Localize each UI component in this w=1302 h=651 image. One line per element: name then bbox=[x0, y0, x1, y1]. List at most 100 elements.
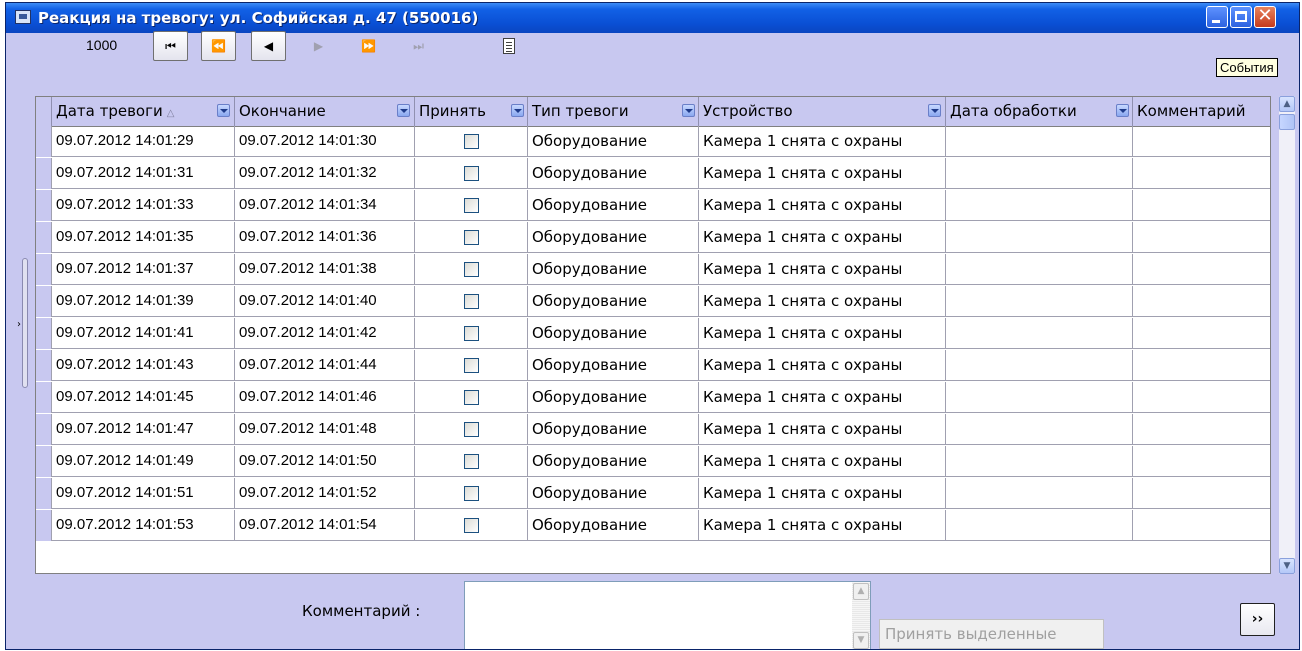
window-app-icon bbox=[15, 10, 31, 24]
cell-processed-date bbox=[946, 510, 1133, 541]
accept-checkbox[interactable] bbox=[415, 286, 527, 317]
cell-device: Камера 1 снята с охраны bbox=[699, 254, 946, 285]
cell-alarm-date: 09.07.2012 14:01:31 bbox=[52, 158, 235, 189]
grid-vertical-scrollbar[interactable]: ▲ ▼ bbox=[1279, 96, 1295, 574]
accept-selected-button[interactable]: Принять выделенные bbox=[879, 619, 1104, 649]
cell-comment bbox=[1133, 446, 1270, 477]
table-row[interactable]: 09.07.2012 14:01:37 09.07.2012 14:01:38 Об… bbox=[36, 254, 1270, 285]
expand-button[interactable]: ›› bbox=[1240, 603, 1275, 636]
cell-processed-date bbox=[946, 254, 1133, 285]
table-row[interactable]: 09.07.2012 14:01:41 09.07.2012 14:01:42 Об… bbox=[36, 318, 1270, 349]
comment-scrollbar[interactable]: ▲ ▼ bbox=[852, 582, 870, 649]
nav-prev-button[interactable]: ◀ bbox=[251, 31, 286, 61]
nav-last-button[interactable]: ⏭ bbox=[401, 31, 436, 61]
nav-next-button[interactable]: ▶ bbox=[301, 31, 336, 61]
row-indicator[interactable] bbox=[36, 414, 52, 445]
cell-end-date: 09.07.2012 14:01:50 bbox=[235, 446, 415, 477]
accept-checkbox[interactable] bbox=[415, 478, 527, 509]
cell-accept bbox=[415, 158, 528, 189]
checkbox-icon bbox=[464, 486, 479, 501]
cell-accept bbox=[415, 254, 528, 285]
accept-checkbox[interactable] bbox=[415, 158, 527, 189]
cell-processed-date bbox=[946, 222, 1133, 253]
cell-end-date: 09.07.2012 14:01:54 bbox=[235, 510, 415, 541]
table-row[interactable]: 09.07.2012 14:01:51 09.07.2012 14:01:52 Об… bbox=[36, 478, 1270, 509]
comment-textarea[interactable]: ▲ ▼ bbox=[464, 581, 871, 649]
cell-alarm-date: 09.07.2012 14:01:35 bbox=[52, 222, 235, 253]
accept-checkbox[interactable] bbox=[415, 318, 527, 349]
row-indicator[interactable] bbox=[36, 158, 52, 189]
column-header-accept[interactable]: Принять bbox=[415, 97, 528, 126]
column-header-alarm-type[interactable]: Тип тревоги bbox=[528, 97, 699, 126]
cell-comment bbox=[1133, 126, 1270, 157]
row-indicator[interactable] bbox=[36, 382, 52, 413]
scroll-thumb[interactable] bbox=[1279, 114, 1295, 130]
column-chooser-icon[interactable] bbox=[503, 38, 515, 54]
prev-icon: ◀ bbox=[263, 39, 274, 53]
checkbox-icon bbox=[464, 230, 479, 245]
left-panel-splitter[interactable] bbox=[22, 258, 28, 388]
table-row[interactable]: 09.07.2012 14:01:49 09.07.2012 14:01:50 Об… bbox=[36, 446, 1270, 477]
nav-prev-page-button[interactable]: ⏪ bbox=[201, 31, 236, 61]
row-indicator[interactable] bbox=[36, 222, 52, 253]
table-row[interactable]: 09.07.2012 14:01:33 09.07.2012 14:01:34 Об… bbox=[36, 190, 1270, 221]
cell-accept bbox=[415, 286, 528, 317]
cell-alarm-date: 09.07.2012 14:01:51 bbox=[52, 478, 235, 509]
row-indicator[interactable] bbox=[36, 126, 52, 157]
table-row[interactable]: 09.07.2012 14:01:35 09.07.2012 14:01:36 Об… bbox=[36, 222, 1270, 253]
comment-label: Комментарий : bbox=[302, 602, 421, 620]
nav-first-button[interactable]: ⏮ bbox=[153, 31, 188, 61]
row-indicator[interactable] bbox=[36, 286, 52, 317]
dropdown-arrow-icon[interactable] bbox=[1116, 104, 1129, 117]
accept-checkbox[interactable] bbox=[415, 446, 527, 477]
row-indicator[interactable] bbox=[36, 510, 52, 541]
row-indicator[interactable] bbox=[36, 318, 52, 349]
table-row[interactable]: 09.07.2012 14:01:31 09.07.2012 14:01:32 Об… bbox=[36, 158, 1270, 189]
scroll-up-icon[interactable]: ▲ bbox=[853, 583, 869, 600]
cell-device: Камера 1 снята с охраны bbox=[699, 190, 946, 221]
row-indicator[interactable] bbox=[36, 446, 52, 477]
row-indicator[interactable] bbox=[36, 478, 52, 509]
row-indicator[interactable] bbox=[36, 190, 52, 221]
minimize-button[interactable] bbox=[1206, 6, 1228, 28]
accept-checkbox[interactable] bbox=[415, 222, 527, 253]
column-header-alarm-date[interactable]: Дата тревоги △ bbox=[52, 97, 235, 126]
column-header-comment[interactable]: Комментарий bbox=[1133, 97, 1270, 126]
dropdown-arrow-icon[interactable] bbox=[682, 104, 695, 117]
sort-asc-icon: △ bbox=[166, 108, 175, 119]
nav-next-page-button[interactable]: ⏩ bbox=[351, 31, 386, 61]
column-header-processed-date[interactable]: Дата обработки bbox=[946, 97, 1133, 126]
scroll-down-icon[interactable]: ▼ bbox=[1279, 558, 1295, 574]
expand-left-icon[interactable]: › bbox=[17, 319, 21, 330]
table-row[interactable]: 09.07.2012 14:01:43 09.07.2012 14:01:44 Об… bbox=[36, 350, 1270, 381]
cell-comment bbox=[1133, 350, 1270, 381]
accept-checkbox[interactable] bbox=[415, 510, 527, 541]
column-header-device[interactable]: Устройство bbox=[699, 97, 946, 126]
title-bar[interactable]: Реакция на тревогу: ул. Софийская д. 47 … bbox=[6, 3, 1299, 33]
first-page-icon: ⏮ bbox=[165, 39, 176, 53]
scroll-down-icon[interactable]: ▼ bbox=[853, 632, 869, 649]
dropdown-arrow-icon[interactable] bbox=[511, 104, 524, 117]
accept-checkbox[interactable] bbox=[415, 126, 527, 157]
accept-checkbox[interactable] bbox=[415, 382, 527, 413]
dropdown-arrow-icon[interactable] bbox=[217, 104, 230, 117]
dropdown-arrow-icon[interactable] bbox=[397, 104, 410, 117]
dropdown-arrow-icon[interactable] bbox=[928, 104, 941, 117]
table-row[interactable]: 09.07.2012 14:01:53 09.07.2012 14:01:54 Об… bbox=[36, 510, 1270, 541]
cell-comment bbox=[1133, 318, 1270, 349]
row-indicator[interactable] bbox=[36, 254, 52, 285]
column-header-end[interactable]: Окончание bbox=[235, 97, 415, 126]
accept-checkbox[interactable] bbox=[415, 414, 527, 445]
row-indicator[interactable] bbox=[36, 350, 52, 381]
accept-checkbox[interactable] bbox=[415, 254, 527, 285]
maximize-button[interactable] bbox=[1230, 6, 1252, 28]
record-count: 1000 bbox=[86, 37, 118, 53]
close-button[interactable]: ✕ bbox=[1254, 5, 1276, 28]
table-row[interactable]: 09.07.2012 14:01:45 09.07.2012 14:01:46 Об… bbox=[36, 382, 1270, 413]
accept-checkbox[interactable] bbox=[415, 350, 527, 381]
table-row[interactable]: 09.07.2012 14:01:39 09.07.2012 14:01:40 Об… bbox=[36, 286, 1270, 317]
table-row[interactable]: 09.07.2012 14:01:47 09.07.2012 14:01:48 Об… bbox=[36, 414, 1270, 445]
table-row[interactable]: 09.07.2012 14:01:29 09.07.2012 14:01:30 Об… bbox=[36, 126, 1270, 157]
accept-checkbox[interactable] bbox=[415, 190, 527, 221]
scroll-up-icon[interactable]: ▲ bbox=[1279, 96, 1295, 112]
